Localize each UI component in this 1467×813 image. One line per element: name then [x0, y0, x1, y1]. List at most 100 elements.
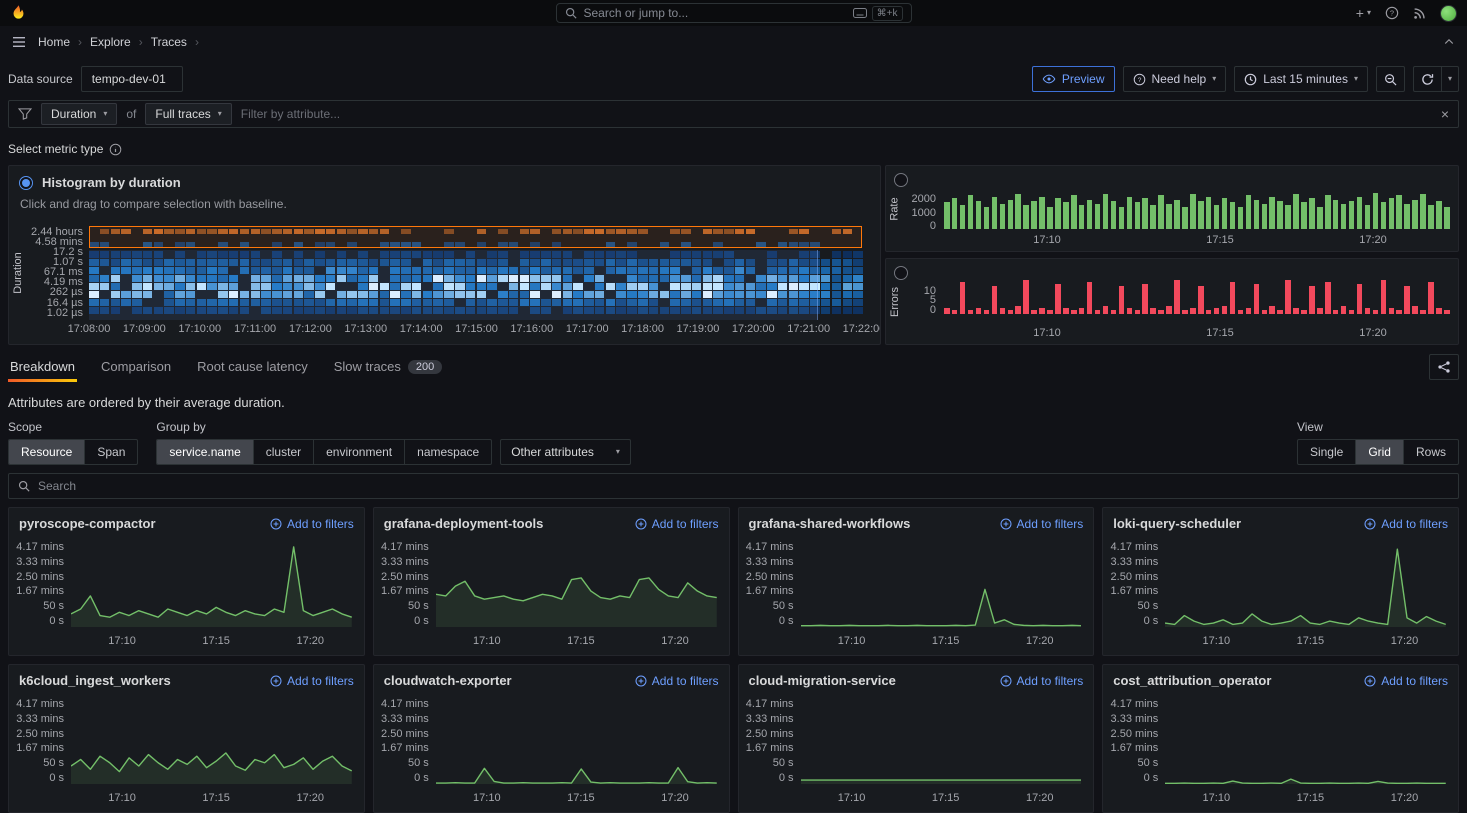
card-y-tick: 50 s: [773, 758, 794, 769]
add-to-filters-button[interactable]: Add to filters: [635, 517, 719, 531]
view-option-single[interactable]: Single: [1298, 440, 1356, 464]
group-by-option-service-name[interactable]: service.name: [157, 440, 253, 464]
card-x-labels: 17:1017:1517:20: [1169, 792, 1446, 805]
group-by-option-cluster[interactable]: cluster: [254, 440, 314, 464]
card-y-tick: 2.50 mins: [1111, 572, 1159, 583]
tab-slow-traces[interactable]: Slow traces200: [332, 351, 445, 382]
chart-bar: [1071, 195, 1077, 229]
view-option-rows[interactable]: Rows: [1404, 440, 1458, 464]
card-x-tick: 17:10: [473, 792, 501, 804]
chart-bar: [1103, 194, 1109, 229]
breadcrumb-bar: Home›Explore›Traces›: [0, 26, 1467, 58]
help-icon[interactable]: ?: [1385, 6, 1399, 20]
grafana-logo[interactable]: [10, 4, 27, 22]
add-to-filters-button[interactable]: Add to filters: [270, 674, 354, 688]
other-attributes-select[interactable]: Other attributes ▾: [500, 439, 631, 465]
add-to-filters-button[interactable]: Add to filters: [1000, 674, 1084, 688]
news-rss-icon[interactable]: [1413, 7, 1426, 20]
breadcrumb-item-home[interactable]: Home: [38, 35, 70, 49]
card-y-tick: 3.33 mins: [746, 714, 794, 725]
menu-icon[interactable]: [12, 36, 26, 48]
group-by-option-namespace[interactable]: namespace: [405, 440, 491, 464]
top-search[interactable]: Search or jump to... ⌘+k: [556, 3, 912, 23]
histogram-x-tick: 17:15:00: [455, 323, 498, 335]
add-to-filters-button[interactable]: Add to filters: [270, 517, 354, 531]
chart-bar: [1214, 205, 1220, 229]
duration-filter-dropdown[interactable]: Duration ▾: [41, 103, 117, 125]
chart-bar: [1135, 310, 1141, 314]
add-menu-button[interactable]: +▾: [1356, 6, 1371, 20]
cards-grid: pyroscope-compactorAdd to filters4.17 mi…: [8, 507, 1459, 813]
breadcrumb-item-explore[interactable]: Explore: [90, 35, 131, 49]
add-to-filters-button[interactable]: Add to filters: [1364, 674, 1448, 688]
view-option-grid[interactable]: Grid: [1356, 440, 1404, 464]
other-attributes-label: Other attributes: [511, 445, 594, 459]
card-y-tick: 1.67 mins: [16, 586, 64, 597]
clear-filters-icon[interactable]: ×: [1441, 107, 1449, 121]
heatmap-cell: [843, 299, 853, 306]
filter-attribute-input[interactable]: Filter by attribute...: [241, 107, 340, 121]
add-to-filters-button[interactable]: Add to filters: [635, 674, 719, 688]
view-label: View: [1297, 420, 1459, 434]
histogram-selection-box[interactable]: [89, 226, 862, 248]
user-avatar[interactable]: [1440, 5, 1457, 22]
refresh-button[interactable]: [1413, 66, 1442, 92]
tab-breakdown[interactable]: Breakdown: [8, 351, 77, 382]
preview-button[interactable]: Preview: [1032, 66, 1115, 92]
card-y-tick: 2.50 mins: [16, 729, 64, 740]
card-y-tick: 50 s: [1137, 758, 1158, 769]
card-y-tick: 50 s: [43, 758, 64, 769]
chart-bar: [1444, 310, 1450, 314]
attribute-card-grafana-shared-workflows: grafana-shared-workflowsAdd to filters4.…: [738, 507, 1095, 656]
chart-bar: [1142, 198, 1148, 229]
chart-bar: [1000, 308, 1006, 314]
card-y-tick: 1.67 mins: [1111, 743, 1159, 754]
histogram-radio[interactable]: [19, 176, 33, 190]
chart-bar: [1008, 200, 1014, 229]
card-header: grafana-shared-workflowsAdd to filters: [749, 516, 1084, 531]
info-circle-icon[interactable]: [109, 143, 122, 156]
histogram-heatmap[interactable]: [89, 166, 864, 344]
card-sparkline: [1165, 542, 1446, 627]
tab-label: Slow traces: [334, 359, 401, 374]
time-range-picker[interactable]: Last 15 minutes ▾: [1234, 66, 1368, 92]
chevron-down-icon: ▾: [218, 110, 222, 118]
zoom-out-button[interactable]: [1376, 66, 1405, 92]
card-x-tick: 17:10: [1203, 635, 1231, 647]
scope-option-resource[interactable]: Resource: [9, 440, 85, 464]
datasource-picker[interactable]: tempo-dev-01: [81, 66, 183, 92]
card-y-tick: 0 s: [49, 773, 64, 784]
attribute-search-input[interactable]: [38, 479, 1449, 493]
chevron-up-icon[interactable]: [1443, 36, 1455, 48]
trace-scope-dropdown[interactable]: Full traces ▾: [145, 103, 231, 125]
chart-bar: [1023, 205, 1029, 229]
share-button[interactable]: [1429, 354, 1459, 380]
histogram-x-tick: 17:12:00: [289, 323, 332, 335]
card-header: k6cloud_ingest_workersAdd to filters: [19, 673, 354, 688]
controls-row: Scope ResourceSpan Group by service.name…: [8, 420, 1459, 465]
need-help-button[interactable]: ? Need help ▾: [1123, 66, 1227, 92]
chart-bar: [1301, 202, 1307, 229]
heatmap-cell: [853, 291, 863, 298]
card-y-tick: 4.17 mins: [1111, 699, 1159, 710]
histogram-header: Histogram by duration: [19, 175, 181, 190]
add-to-filters-button[interactable]: Add to filters: [1000, 517, 1084, 531]
group-by-option-environment[interactable]: environment: [314, 440, 405, 464]
card-title: cost_attribution_operator: [1113, 673, 1271, 688]
card-sparkline: [801, 699, 1082, 784]
breadcrumb-item-traces[interactable]: Traces: [151, 35, 187, 49]
tab-comparison[interactable]: Comparison: [99, 351, 173, 382]
add-to-filters-label: Add to filters: [1381, 674, 1448, 688]
histogram-x-tick: 17:08:00: [68, 323, 111, 335]
card-y-labels: 4.17 mins3.33 mins2.50 mins1.67 mins50 s…: [380, 542, 436, 627]
refresh-interval-button[interactable]: ▾: [1442, 66, 1459, 92]
card-y-tick: 1.67 mins: [16, 743, 64, 754]
add-to-filters-button[interactable]: Add to filters: [1364, 517, 1448, 531]
tab-root-cause-latency[interactable]: Root cause latency: [195, 351, 310, 382]
chart-bar: [1325, 282, 1331, 314]
chart-bar: [1174, 280, 1180, 314]
card-y-tick: 3.33 mins: [16, 714, 64, 725]
histogram-x-tick: 17:09:00: [123, 323, 166, 335]
scope-option-span[interactable]: Span: [85, 440, 137, 464]
histogram-x-tick: 17:10:00: [178, 323, 221, 335]
